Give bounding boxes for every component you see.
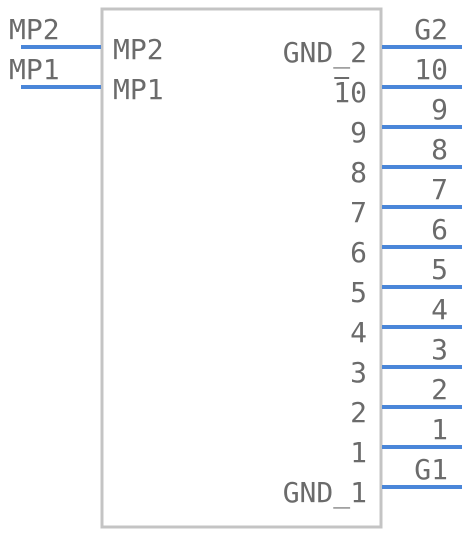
pin-name-5: 5 xyxy=(350,276,367,309)
pin-label-4: 4 xyxy=(431,293,448,326)
schematic-symbol: MP2 MP2 MP1 MP1 G2 GND_2 10 10 9 9 8 8 7 7 6 6 5 5 4 4 3 3 2 2… xyxy=(0,0,466,532)
pin-name-mp1: MP1 xyxy=(113,73,164,106)
pin-name-1: 1 xyxy=(350,436,367,469)
pin-label-9: 9 xyxy=(431,93,448,126)
pin-name-mp2: MP2 xyxy=(113,33,164,66)
pin-name-4: 4 xyxy=(350,316,367,349)
pin-label-6: 6 xyxy=(431,213,448,246)
pin-name-3: 3 xyxy=(350,356,367,389)
pin-name-6: 6 xyxy=(350,236,367,269)
pin-label-8: 8 xyxy=(431,133,448,166)
schematic-canvas: MP2 MP2 MP1 MP1 G2 GND_2 10 10 9 9 8 8 7 7 6 6 5 5 4 4 3 3 2 2… xyxy=(9,7,462,529)
right-pin-group: G2 GND_2 10 10 9 9 8 8 7 7 6 6 5 5 4 4 3 3 2 2 1 1 G1 GND_1 xyxy=(283,13,462,510)
pin-name-gnd-1: GND_1 xyxy=(283,476,367,510)
pin-name-8: 8 xyxy=(350,156,367,189)
pin-label-7: 7 xyxy=(431,173,448,206)
pin-label-2: 2 xyxy=(431,373,448,406)
pin-label-gnd-1: G1 xyxy=(414,453,448,486)
pin-name-7: 7 xyxy=(350,196,367,229)
pin-name-2: 2 xyxy=(350,396,367,429)
pin-label-5: 5 xyxy=(431,253,448,286)
pin-label-mp2: MP2 xyxy=(9,13,60,46)
pin-name-gnd-2: GND_2 xyxy=(283,36,367,70)
left-pin-group: MP2 MP2 MP1 MP1 xyxy=(9,13,164,106)
pin-label-gnd-2: G2 xyxy=(414,13,448,46)
pin-name-9: 9 xyxy=(350,116,367,149)
pin-label-10: 10 xyxy=(414,53,448,86)
pin-label-mp1: MP1 xyxy=(9,53,60,86)
pin-label-1: 1 xyxy=(431,413,448,446)
pin-name-10: 10 xyxy=(333,76,367,109)
pin-label-3: 3 xyxy=(431,333,448,366)
